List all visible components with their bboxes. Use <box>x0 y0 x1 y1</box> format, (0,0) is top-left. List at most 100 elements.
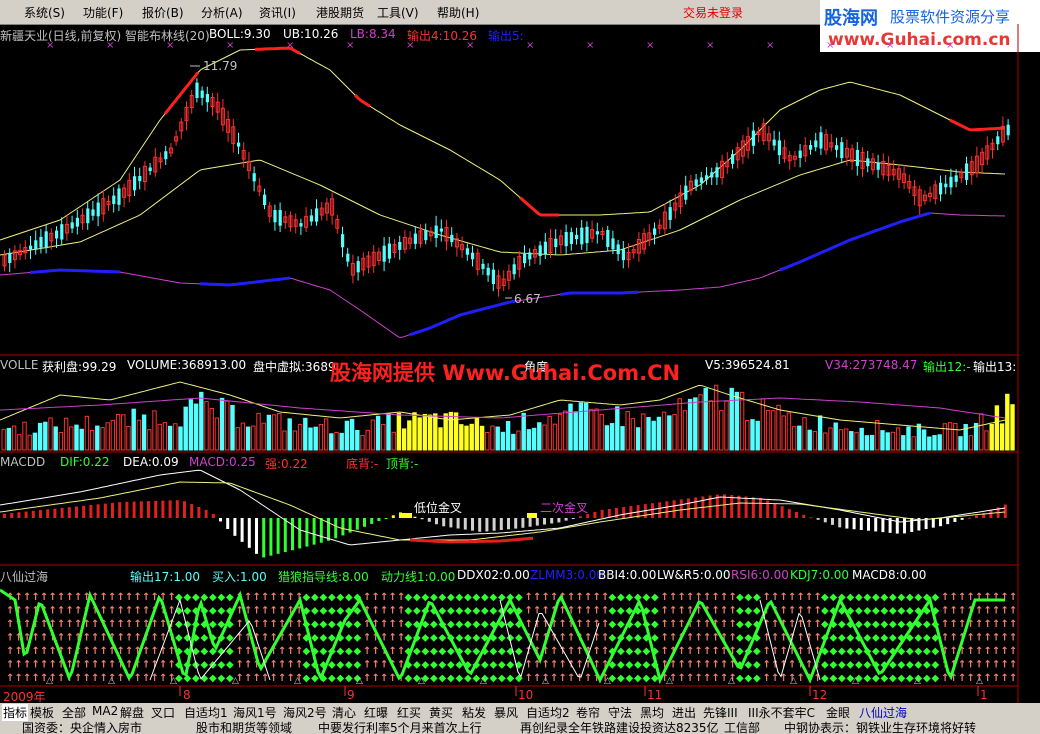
ticker-item[interactable]: 再创纪录全年铁路建设投资达8235亿 <box>520 721 719 734</box>
baxian-buy-marker: ↑ <box>984 673 992 684</box>
baxian-panel[interactable]: ↑ ↑ ↑ ↑ ↑ ↑ ↑ ↑ ↑ ↑ ↑ ↑ ↑ ↑ ↑ ↑ ↑ ↑ ↑ ↑ ◆ ◆ ◆ ◆ ◆ ◆ ◆ ↑ ↑ ↑ ↑ ↑ ↑ ↑ ↑ ◆ ◆ ◆ ◆ ◆… <box>0 588 1017 686</box>
baxian-buy-marker: ↑ <box>992 619 1000 630</box>
baxian-sell-marker: ◆ <box>328 606 336 617</box>
tab-jinyan[interactable]: 金眼 <box>826 704 850 721</box>
tab-chakou[interactable]: 叉口 <box>151 704 175 721</box>
macd-histogram-bar <box>874 518 878 532</box>
tab-huangmai[interactable]: 黄买 <box>429 704 453 721</box>
macd-histogram-bar <box>247 518 251 548</box>
volume-bar <box>79 428 84 451</box>
baxian-buy-marker: ↑ <box>389 619 397 630</box>
baxian-sell-marker: ◆ <box>745 673 753 684</box>
tab-ma2[interactable]: MA2 <box>92 704 118 718</box>
baxian-sell-marker: ◆ <box>881 592 889 603</box>
baxian-sell-marker: ◆ <box>906 646 914 657</box>
baxian-sell-marker: ◆ <box>405 633 413 644</box>
volume-bar <box>573 411 578 451</box>
volume-bar <box>344 420 350 451</box>
tab-adaptive-ma2[interactable]: 自适均2 <box>526 704 570 721</box>
baxian-sell-marker: ◆ <box>923 660 931 671</box>
tab-heijun[interactable]: 黑均 <box>640 704 664 721</box>
baxian-buy-marker: ↑ <box>788 606 796 617</box>
tab-shoufa[interactable]: 守法 <box>608 704 632 721</box>
tab-jiepan[interactable]: 解盘 <box>120 704 144 721</box>
volume-bar <box>521 412 526 451</box>
macd-histogram-bar <box>355 518 359 530</box>
macd-histogram-bar <box>24 511 28 518</box>
kdj-value: KDJ7:0.00 <box>790 568 850 582</box>
baxian-sell-marker: ◆ <box>498 660 506 671</box>
volume-bar <box>817 415 823 451</box>
tab-xianfeng3[interactable]: 先锋III <box>703 704 738 721</box>
baxian-sell-marker: ◆ <box>464 619 472 630</box>
volume-bar <box>183 406 188 451</box>
volume-bar <box>620 426 625 451</box>
tab-all[interactable]: 全部 <box>62 704 86 721</box>
candle-body <box>486 267 490 276</box>
baxian-buy-marker: ↑ <box>91 619 99 630</box>
tab-hongpu[interactable]: 红曝 <box>364 704 388 721</box>
tab-baofeng[interactable]: 暴风 <box>494 704 518 721</box>
macd-histogram-bar <box>960 518 964 520</box>
tab-template[interactable]: 模板 <box>30 704 54 721</box>
baxian-sell-marker: ◆ <box>736 592 744 603</box>
tab-baxian[interactable]: 八仙过海 <box>859 704 907 721</box>
volume-bar <box>557 413 563 451</box>
baxian-buy-marker: ↑ <box>389 606 397 617</box>
news-ticker[interactable]: 国资委：央企情入房市 股市和期货等领域 中要发行利率5个月来首次上行 再创纪录全… <box>0 721 1040 734</box>
tab-qingxin[interactable]: 清心 <box>332 704 356 721</box>
ticker-item[interactable]: 中要发行利率5个月来首次上行 <box>318 721 482 734</box>
baxian-sell-marker: ◆ <box>456 606 464 617</box>
tab-juanlian[interactable]: 卷帘 <box>576 704 600 721</box>
baxian-buy-marker: ↑ <box>151 646 159 657</box>
baxian-buy-marker: ↑ <box>40 660 48 671</box>
output17-value: 输出17:1.00 <box>130 570 201 584</box>
macd-histogram-bar <box>910 518 914 532</box>
volume-panel[interactable] <box>0 381 1015 451</box>
tab-zhanfa[interactable]: 粘发 <box>462 704 486 721</box>
volume-bar <box>339 432 344 451</box>
baxian-sell-marker: ◆ <box>651 592 659 603</box>
baxian-triangle: △ <box>666 676 673 686</box>
macd-histogram-bar <box>687 498 690 518</box>
ticker-item[interactable]: 国资委：央企情入房市 <box>22 721 142 734</box>
volume-bar <box>349 418 355 451</box>
baxian-indicator-name: 八仙过海 <box>0 570 49 584</box>
tab-never-trapped[interactable]: III永不套牢C <box>748 704 815 721</box>
macd-histogram-bar <box>384 518 388 519</box>
baxian-sell-marker: ◆ <box>507 660 515 671</box>
volume-bar <box>531 427 537 451</box>
stock-chart[interactable]: × × × × × × × × × × × × × × × × ↑ ↑ ↑ ↑ ↑ ↑ ↑ ↑ ↑ ↑ ↑ ↑ ↑ ↑ ↑ ↑ ↑ ↑ ↑ ↑ ◆ ◆ ◆… <box>0 0 1040 703</box>
macd-histogram-bar <box>168 500 172 518</box>
baxian-buy-marker: ↑ <box>797 633 805 644</box>
tab-haifeng1[interactable]: 海风1号 <box>233 704 277 721</box>
price-panel[interactable]: × × × × × × × × × × × × × × × × <box>0 40 1010 338</box>
macd-panel[interactable] <box>0 469 1007 558</box>
volume-bar <box>469 423 474 451</box>
macd-bottom-highlight <box>409 536 534 544</box>
volume-bar <box>173 423 178 451</box>
ticker-item[interactable]: 股市和期货等领域 <box>196 721 292 734</box>
candle-body <box>195 82 199 98</box>
tab-adaptive-ma1[interactable]: 自适均1 <box>184 704 228 721</box>
baxian-sell-marker: ◆ <box>481 606 489 617</box>
tab-indicator[interactable]: 指标 <box>2 704 29 721</box>
tab-haifeng2[interactable]: 海风2号 <box>283 704 327 721</box>
tab-hongmai[interactable]: 红买 <box>397 704 421 721</box>
macd-histogram-bar <box>485 518 489 532</box>
baxian-sell-marker: ◆ <box>651 606 659 617</box>
macd-histogram-bar <box>831 518 834 525</box>
ticker-item[interactable]: 中钢协表示：钢铁业生存环境将好转 <box>784 721 976 734</box>
baxian-buy-marker: ↑ <box>567 673 575 684</box>
tab-jinchu[interactable]: 进出 <box>672 704 696 721</box>
baxian-buy-marker: ↑ <box>695 660 703 671</box>
ticker-item[interactable]: 工信部 <box>724 721 760 734</box>
baxian-buy-marker: ↑ <box>261 633 269 644</box>
candle-body <box>382 245 386 262</box>
candle-body <box>855 149 859 166</box>
baxian-sell-marker: ◆ <box>490 606 498 617</box>
volume-bar <box>318 423 324 451</box>
rsi-value: RSI6:0.00 <box>731 568 789 582</box>
macd-histogram-bar <box>471 518 474 531</box>
macd-histogram-bar <box>399 512 402 518</box>
